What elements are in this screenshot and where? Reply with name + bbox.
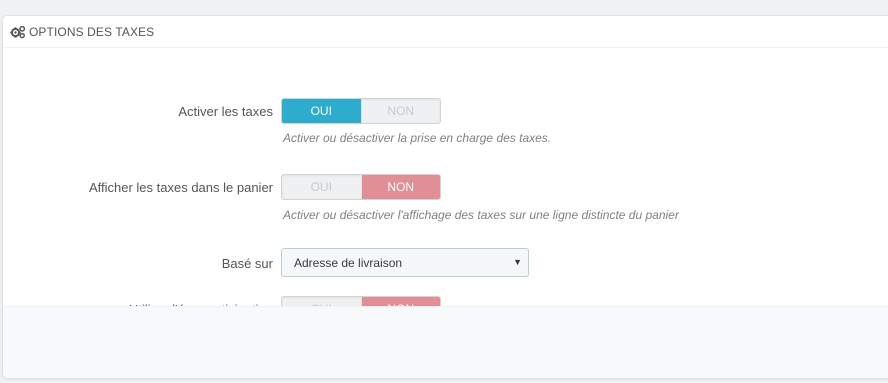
display-in-cart-no-option[interactable]: NON	[361, 175, 440, 199]
display-in-cart-yes-option[interactable]: OUI	[282, 175, 362, 199]
display-in-cart-help: Activer ou désactiver l'affichage des ta…	[283, 208, 679, 222]
display-in-cart-label: Afficher les taxes dans le panier	[88, 180, 273, 195]
based-on-select[interactable]: Adresse de livraison ▼	[281, 248, 529, 277]
enable-taxes-label: Activer les taxes	[178, 104, 273, 119]
panel-footer	[3, 306, 888, 378]
tax-options-panel: OPTIONS DES TAXES Activer les taxes OUI …	[2, 15, 888, 379]
based-on-value: Adresse de livraison	[294, 255, 403, 270]
based-on-label: Basé sur	[221, 256, 273, 271]
cogs-icon	[10, 25, 26, 39]
enable-taxes-no-option[interactable]: NON	[362, 99, 441, 123]
enable-taxes-switch[interactable]: OUI NON	[281, 98, 441, 124]
display-in-cart-switch[interactable]: OUI NON	[281, 174, 441, 200]
enable-taxes-yes-option[interactable]: OUI	[282, 99, 362, 123]
enable-taxes-help: Activer ou désactiver la prise en charge…	[283, 131, 552, 145]
panel-title: OPTIONS DES TAXES	[29, 24, 155, 39]
caret-down-icon: ▼	[513, 257, 522, 267]
panel-heading: OPTIONS DES TAXES	[3, 16, 888, 48]
